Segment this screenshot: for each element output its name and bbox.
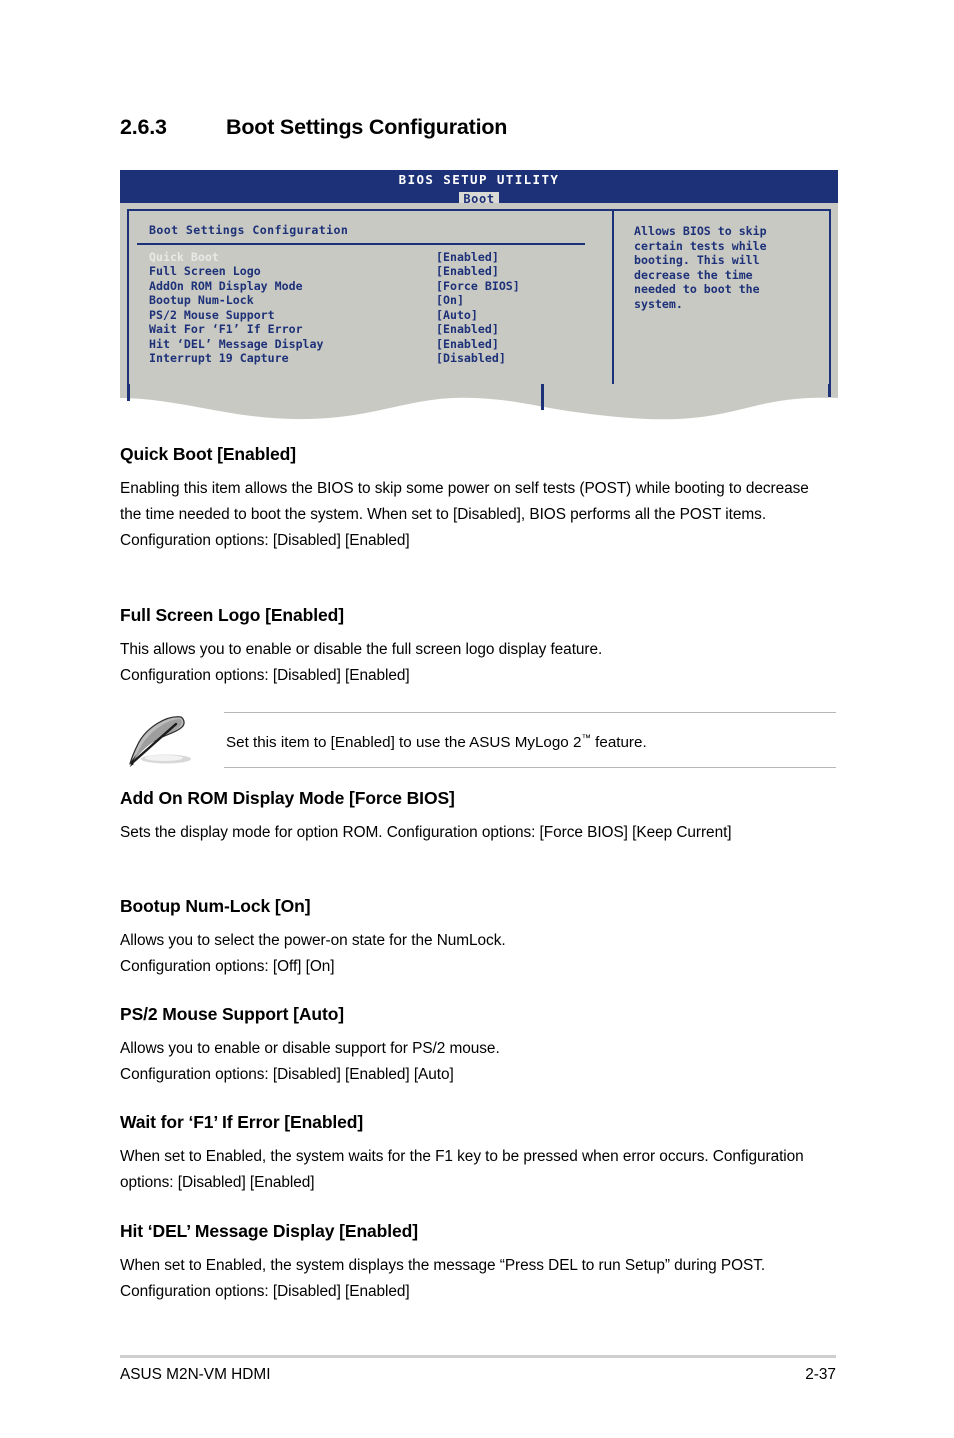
bios-screenshot-figure: BIOS SETUP UTILITY Boot Boot Settings Co…	[120, 170, 838, 422]
item-heading: Bootup Num-Lock [On]	[120, 896, 311, 916]
note-box: Set this item to [Enabled] to use the AS…	[120, 712, 836, 768]
bios-option-label: Bootup Num-Lock	[149, 293, 254, 307]
note-text: Set this item to [Enabled] to use the AS…	[226, 728, 832, 754]
note-divider-top	[224, 712, 836, 713]
item-heading: PS/2 Mouse Support [Auto]	[120, 1004, 345, 1024]
item-body: When set to Enabled, the system waits fo…	[120, 1148, 804, 1191]
note-text-main: Set this item to [Enabled] to use the AS…	[226, 734, 582, 752]
item-heading: Quick Boot [Enabled]	[120, 444, 296, 464]
quill-pen-icon	[126, 712, 204, 768]
bios-option-row[interactable]: Bootup Num-Lock [On]	[149, 293, 612, 308]
bios-option-row[interactable]: Full Screen Logo [Enabled]	[149, 264, 612, 279]
bios-option-label: Quick Boot	[149, 249, 219, 264]
bios-help-panel: Allows BIOS to skip certain tests while …	[634, 224, 767, 311]
section-full-screen-logo: Full Screen Logo [Enabled] This allows y…	[120, 605, 832, 689]
item-heading: Add On ROM Display Mode [Force BIOS]	[120, 788, 455, 808]
note-divider-bottom	[224, 767, 836, 768]
bios-option-value: [Force BIOS]	[436, 278, 520, 293]
bios-option-value: [Enabled]	[436, 336, 499, 351]
manual-page: 2.6.3 Boot Settings Configuration BIOS S…	[0, 0, 954, 1438]
bios-option-value: [Enabled]	[436, 322, 499, 336]
item-body: When set to Enabled, the system displays…	[120, 1257, 766, 1300]
bios-panel-rule	[137, 242, 585, 245]
page-footer: ASUS M2N-VM HDMI 2-37	[120, 1366, 836, 1384]
bios-option-label: Wait For ‘F1’ If Error	[149, 322, 303, 336]
bios-option-row[interactable]: Hit ‘DEL’ Message Display [Enabled]	[149, 337, 612, 352]
bios-settings-panel: Boot Settings Configuration Quick Boot […	[129, 211, 612, 366]
section-bootup-num-lock: Bootup Num-Lock [On] Allows you to selec…	[120, 896, 832, 980]
footer-divider	[120, 1355, 836, 1358]
bios-utility-title: BIOS SETUP UTILITY	[398, 172, 560, 187]
bios-option-row[interactable]: Wait For ‘F1’ If Error [Enabled]	[149, 322, 612, 337]
trademark-symbol: ™	[581, 733, 591, 744]
item-body: This allows you to enable or disable the…	[120, 641, 603, 684]
section-heading: 2.6.3 Boot Settings Configuration	[120, 115, 880, 140]
bios-option-value: [On]	[436, 293, 464, 307]
bios-option-row[interactable]: AddOn ROM Display Mode [Force BIOS]	[149, 279, 612, 294]
bios-option-value: [Enabled]	[436, 249, 499, 264]
footer-product-name: ASUS M2N-VM HDMI	[120, 1366, 271, 1383]
bios-option-row[interactable]: Interrupt 19 Capture [Disabled]	[149, 351, 612, 366]
note-text-tail: feature.	[590, 734, 647, 752]
section-hit-del-message-display: Hit ‘DEL’ Message Display [Enabled] When…	[120, 1221, 832, 1305]
bios-option-label: Interrupt 19 Capture	[149, 351, 289, 365]
bios-torn-edge	[120, 384, 838, 422]
item-body: Sets the display mode for option ROM. Co…	[120, 824, 732, 841]
bios-option-label: Full Screen Logo	[149, 264, 261, 278]
bios-title-bar: BIOS SETUP UTILITY Boot	[120, 170, 838, 206]
bios-option-row[interactable]: Quick Boot [Enabled]	[149, 250, 612, 265]
item-body: Enabling this item allows the BIOS to sk…	[120, 480, 809, 549]
item-body: Allows you to enable or disable support …	[120, 1040, 500, 1083]
bios-option-label: PS/2 Mouse Support	[149, 307, 275, 322]
section-wait-for-f1-if-error: Wait for ‘F1’ If Error [Enabled] When se…	[120, 1112, 832, 1196]
section-ps2-mouse-support: PS/2 Mouse Support [Auto] Allows you to …	[120, 1004, 832, 1088]
bios-option-value: [Disabled]	[436, 351, 506, 365]
item-body: Allows you to select the power-on state …	[120, 932, 506, 975]
section-number: 2.6.3	[120, 115, 167, 139]
bios-option-row[interactable]: PS/2 Mouse Support [Auto]	[149, 308, 612, 323]
bios-option-value: [Auto]	[436, 307, 478, 322]
item-heading: Wait for ‘F1’ If Error [Enabled]	[120, 1112, 364, 1132]
bios-option-label: AddOn ROM Display Mode	[149, 278, 303, 293]
item-heading: Full Screen Logo [Enabled]	[120, 605, 344, 625]
bios-option-value: [Enabled]	[436, 264, 499, 278]
bios-panel-title: Boot Settings Configuration	[149, 223, 349, 237]
item-heading: Hit ‘DEL’ Message Display [Enabled]	[120, 1221, 418, 1241]
page-number: 2-37	[805, 1366, 836, 1383]
bios-body: Boot Settings Configuration Quick Boot […	[120, 203, 838, 385]
bios-inner-frame: Boot Settings Configuration Quick Boot […	[127, 209, 831, 385]
section-quick-boot: Quick Boot [Enabled] Enabling this item …	[120, 444, 832, 554]
section-title: Boot Settings Configuration	[226, 115, 508, 139]
bios-option-label: Hit ‘DEL’ Message Display	[149, 336, 324, 351]
section-addon-rom-display-mode: Add On ROM Display Mode [Force BIOS] Set…	[120, 788, 832, 846]
